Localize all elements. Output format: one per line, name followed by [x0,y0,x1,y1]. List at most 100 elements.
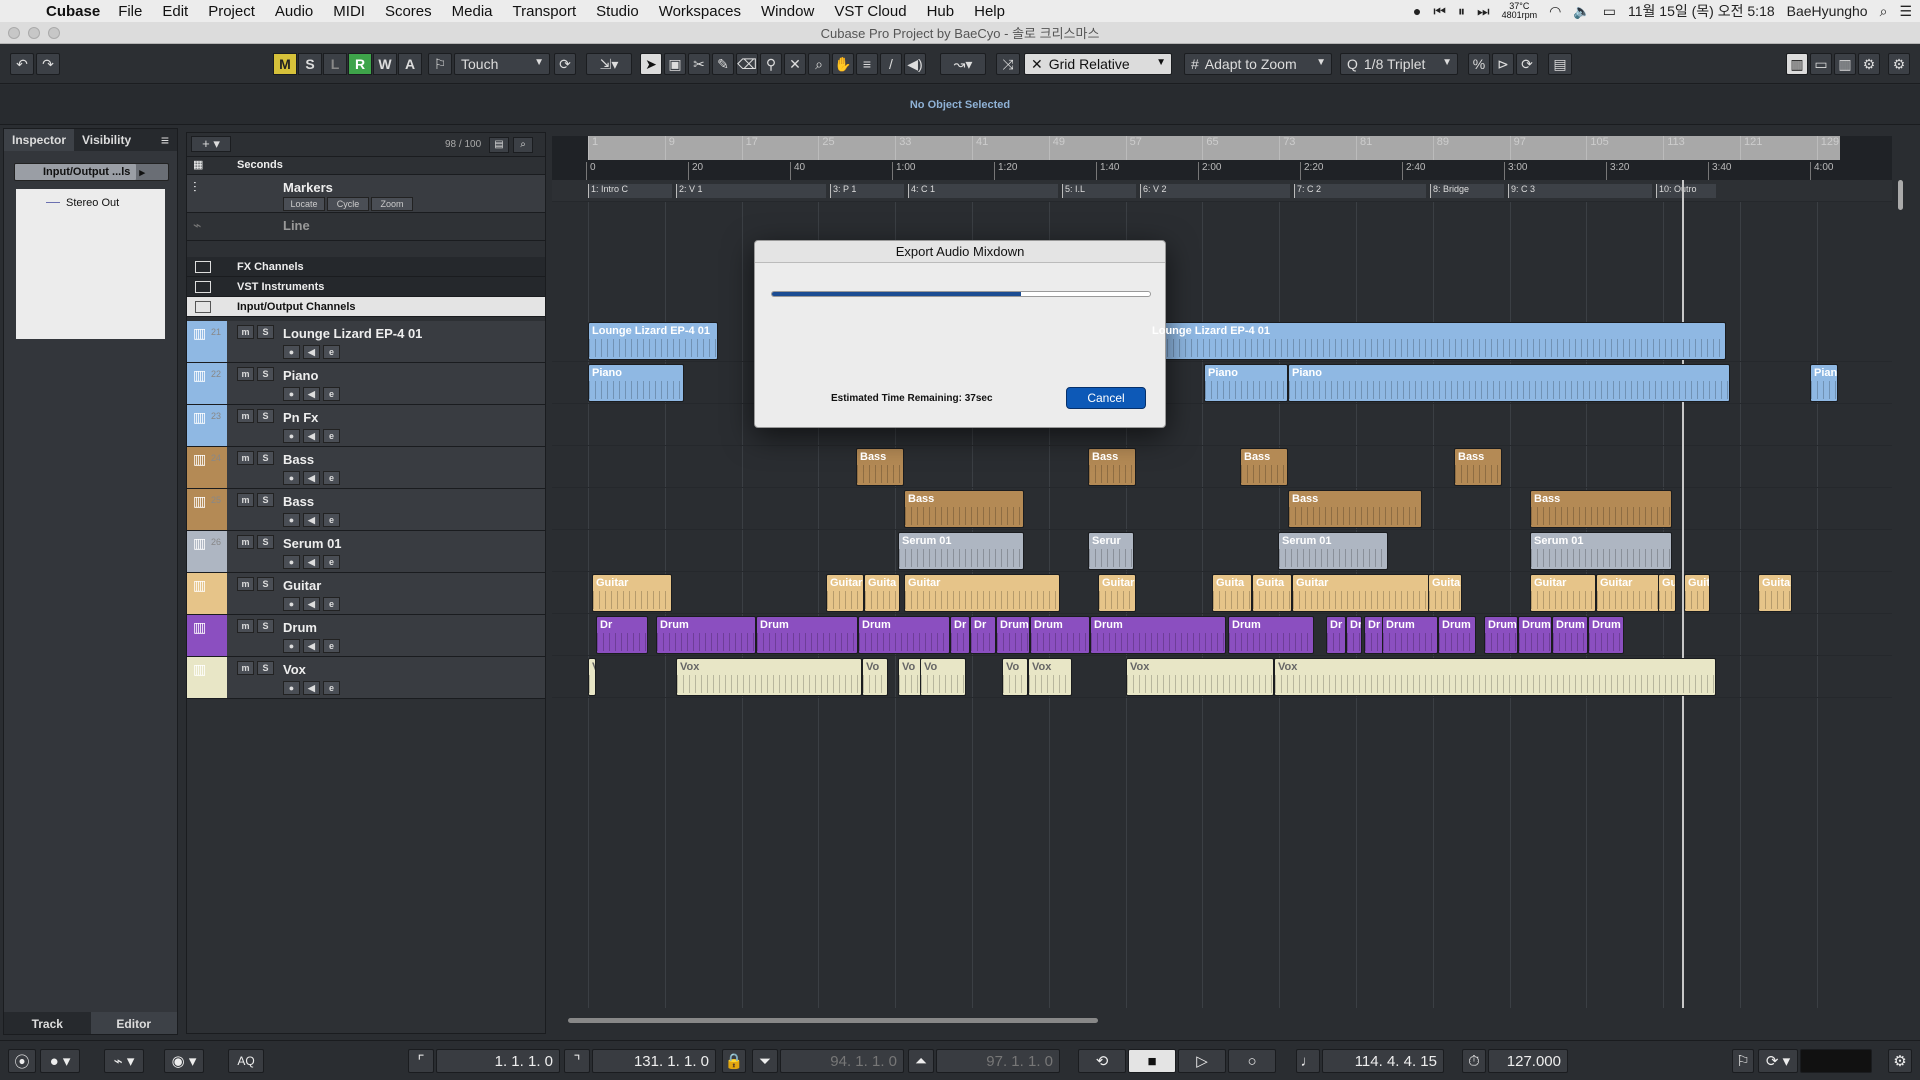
snap-toggle-icon[interactable]: ⤨ [996,53,1020,75]
record-mode-icon[interactable]: ⦿ [8,1049,36,1073]
battery-icon[interactable]: ▭ [1603,3,1616,20]
marker-event[interactable]: 10: Outro [1656,184,1716,198]
event-gtr[interactable]: Guit [1684,574,1710,612]
color-menu-icon[interactable]: ▤ [1548,53,1572,75]
read-flag[interactable]: R [348,53,372,75]
event-drm[interactable]: Drum [996,616,1030,654]
event-bass[interactable]: Bass [904,490,1024,528]
event-srm[interactable]: Serum 01 [1278,532,1388,570]
event-display[interactable]: 1: Intro C 2: V 1 3: P 1 4: C 1 5: I.L 6: V 2… [552,180,1892,1008]
event-drm[interactable]: Drum [1552,616,1588,654]
record-enable-button[interactable]: ● [283,681,300,695]
quantize-grid-select[interactable]: # Adapt to Zoom ▼ [1184,53,1332,75]
right-zone-toggle-icon[interactable]: ▥ [1834,53,1856,75]
edit-button[interactable]: e [323,681,340,695]
tab-visibility[interactable]: Visibility [74,129,139,151]
record-enable-button[interactable]: ● [283,429,300,443]
wifi-icon[interactable]: ◠ [1549,3,1561,20]
menu-media[interactable]: Media [452,3,493,20]
edit-button[interactable]: e [323,429,340,443]
event-drm[interactable]: Drum [1090,616,1226,654]
play-icon[interactable]: ▷ [1178,1049,1226,1073]
track-1[interactable]: ▥ 22 m S Piano ● ◀ e [187,363,545,405]
monitor-button[interactable]: ◀ [303,555,320,569]
redo-icon[interactable]: ↷ [36,53,60,75]
vertical-scrollbar[interactable] [1898,180,1903,210]
menu-window[interactable]: Window [761,3,814,20]
zoom-window-button[interactable] [48,27,60,39]
cancel-button[interactable]: Cancel [1066,387,1146,409]
iterative-quantize-icon[interactable]: % [1468,53,1490,75]
monitor-button[interactable]: ◀ [303,471,320,485]
auto-quantize-icon[interactable]: ⟳ [1516,53,1538,75]
search-icon[interactable]: ⌕ [513,137,533,153]
aq-button[interactable]: AQ [228,1049,264,1073]
event-drm[interactable]: Drum [756,616,858,654]
marker-event[interactable]: 5: I.L [1062,184,1136,198]
event-srm[interactable]: Serur [1088,532,1134,570]
inspector-section-header[interactable]: Input/Output ...ls ▸ [14,163,169,181]
event-drm[interactable]: Dr [950,616,970,654]
menu-studio[interactable]: Studio [596,3,639,20]
event-vox[interactable]: Vox [1028,658,1072,696]
event-srm[interactable]: Serum 01 [1530,532,1672,570]
event-drm[interactable]: Drum [858,616,950,654]
mute-button[interactable]: m [237,367,254,381]
grid-type-select[interactable]: ✕ Grid Relative ▼ [1024,53,1172,75]
solo-button[interactable]: S [257,535,274,549]
write-flag[interactable]: W [373,53,397,75]
event-drm[interactable]: Drum [656,616,756,654]
mute-flag[interactable]: M [273,53,297,75]
record-enable-button[interactable]: ● [283,513,300,527]
left-zone-toggle-icon[interactable]: ▥ [1786,53,1808,75]
event-vox[interactable]: Vo [920,658,966,696]
sync-icon[interactable]: ⟳ ▾ [1758,1049,1798,1073]
menu-vst-cloud[interactable]: VST Cloud [834,3,906,20]
event-drm[interactable]: Dr [1346,616,1362,654]
solo-button[interactable]: S [257,451,274,465]
edit-button[interactable]: e [323,597,340,611]
event-drm[interactable]: Dr [1364,616,1384,654]
marker-track[interactable]: ⫶ Markers Locate Cycle Zoom [187,175,545,213]
undo-icon[interactable]: ↶ [10,53,34,75]
event-drm[interactable]: Drum [1518,616,1552,654]
solo-button[interactable]: S [257,619,274,633]
event-bass[interactable]: Bass [1454,448,1502,486]
event-bass[interactable]: Bass [856,448,904,486]
menu-file[interactable]: File [118,3,142,20]
event-gtr[interactable]: Guita [1212,574,1252,612]
event-drm[interactable]: Dr [970,616,996,654]
mute-button[interactable]: m [237,661,254,675]
menu-transport[interactable]: Transport [513,3,577,20]
transport-settings-icon[interactable]: ⚙ [1888,1049,1912,1073]
marker-event[interactable]: 7: C 2 [1294,184,1426,198]
line-track[interactable]: ⌁ Line [187,213,545,241]
cycle-button[interactable]: Cycle [327,197,369,211]
inspector-menu-icon[interactable]: ≡ [161,132,169,148]
object-select-tool-icon[interactable]: ➤ [640,53,662,75]
event-bass[interactable]: Bass [1240,448,1288,486]
zoom-tool-icon[interactable]: ⌕ [808,53,830,75]
draw-tool-icon[interactable]: ✎ [712,53,734,75]
edit-button[interactable]: e [323,639,340,653]
edit-button[interactable]: e [323,555,340,569]
volume-icon[interactable]: 🔈 [1573,3,1590,20]
monitor-button[interactable]: ◀ [303,681,320,695]
position-note-icon[interactable]: ♩ [1296,1049,1320,1073]
record-enable-button[interactable]: ● [283,345,300,359]
edit-button[interactable]: e [323,471,340,485]
tab-track[interactable]: Track [4,1012,91,1034]
punch-out-icon[interactable]: ⏶ [908,1049,934,1073]
event-gtr[interactable]: Guitar [1530,574,1596,612]
event-ep[interactable]: Piano [588,364,684,402]
automation-flag[interactable]: A [398,53,422,75]
punch-in-display[interactable]: 94. 1. 1. 0 [780,1049,904,1073]
solo-button[interactable]: S [257,577,274,591]
event-drm[interactable]: Drum [1228,616,1314,654]
tempo-icon[interactable]: ⏱ [1462,1049,1486,1073]
edit-button[interactable]: e [323,387,340,401]
track-5[interactable]: ▥ 26 m S Serum 01 ● ◀ e [187,531,545,573]
datetime[interactable]: 11월 15일 (목) 오전 5:18 [1628,1,1775,21]
event-bass[interactable]: Bass [1088,448,1136,486]
track-6[interactable]: ▥ m S Guitar ● ◀ e [187,573,545,615]
